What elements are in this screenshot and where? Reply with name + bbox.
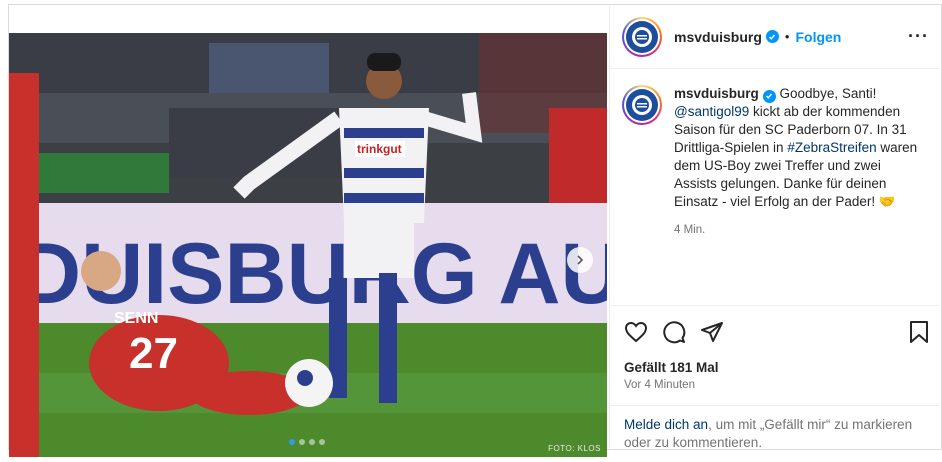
- carousel-dot: [319, 439, 325, 445]
- header-separator: •: [784, 29, 790, 44]
- post-caption: msvduisburg Goodbye, Santi! @santigol99 …: [610, 69, 942, 309]
- caption-text: Goodbye, Santi!: [779, 86, 877, 101]
- login-prompt: Melde dich an, um mit „Gefällt mir“ zu m…: [610, 405, 942, 462]
- carousel-dot: [299, 439, 305, 445]
- login-link[interactable]: Melde dich an: [624, 417, 708, 432]
- photo-credit: FOTO: KLOS: [548, 444, 601, 453]
- verified-icon: [765, 30, 779, 43]
- match-photo: DUISBURG AU 27 SENN trinkgut: [9, 33, 607, 457]
- verified-icon: [762, 89, 776, 103]
- save-icon[interactable]: [908, 320, 930, 344]
- header-username[interactable]: msvduisburg: [674, 29, 762, 45]
- like-count[interactable]: Gefällt 181 Mal: [624, 360, 930, 375]
- heart-icon[interactable]: [624, 320, 648, 344]
- share-icon[interactable]: [700, 320, 724, 344]
- carousel-dot: [289, 439, 295, 445]
- more-icon[interactable]: ···: [908, 26, 929, 47]
- post-header: msvduisburg • Folgen ···: [610, 5, 942, 69]
- msv-logo-icon: [626, 89, 658, 121]
- caption-mention-link[interactable]: @santigol99: [674, 104, 749, 119]
- caption-username[interactable]: msvduisburg: [674, 86, 759, 101]
- carousel-dots: [289, 439, 325, 445]
- post-sidebar: msvduisburg • Folgen ··· msvduisburg Goo…: [609, 5, 942, 451]
- caption-body: msvduisburg Goodbye, Santi! @santigol99 …: [674, 85, 919, 309]
- caption-hashtag-link[interactable]: #ZebraStreifen: [787, 140, 876, 155]
- opponent-number: 27: [129, 329, 178, 378]
- post-media[interactable]: DUISBURG AU 27 SENN trinkgut FOTO: KLOS: [9, 33, 607, 457]
- carousel-next-button[interactable]: [567, 247, 593, 273]
- comment-icon[interactable]: [662, 320, 686, 344]
- shirt-sponsor: trinkgut: [357, 142, 402, 156]
- caption-avatar[interactable]: [622, 85, 662, 125]
- avatar[interactable]: [622, 16, 662, 57]
- opponent-name: SENN: [114, 310, 158, 327]
- chevron-right-icon: [577, 255, 584, 265]
- carousel-dot: [309, 439, 315, 445]
- caption-time: 4 Min.: [674, 224, 706, 236]
- post-date: Vor 4 Minuten: [624, 379, 695, 391]
- follow-button[interactable]: Folgen: [795, 29, 841, 45]
- action-bar: Gefällt 181 Mal Vor 4 Minuten: [610, 305, 942, 391]
- instagram-post: DUISBURG AU 27 SENN trinkgut FOTO: KLOS …: [8, 4, 942, 457]
- msv-logo-icon: [626, 20, 658, 53]
